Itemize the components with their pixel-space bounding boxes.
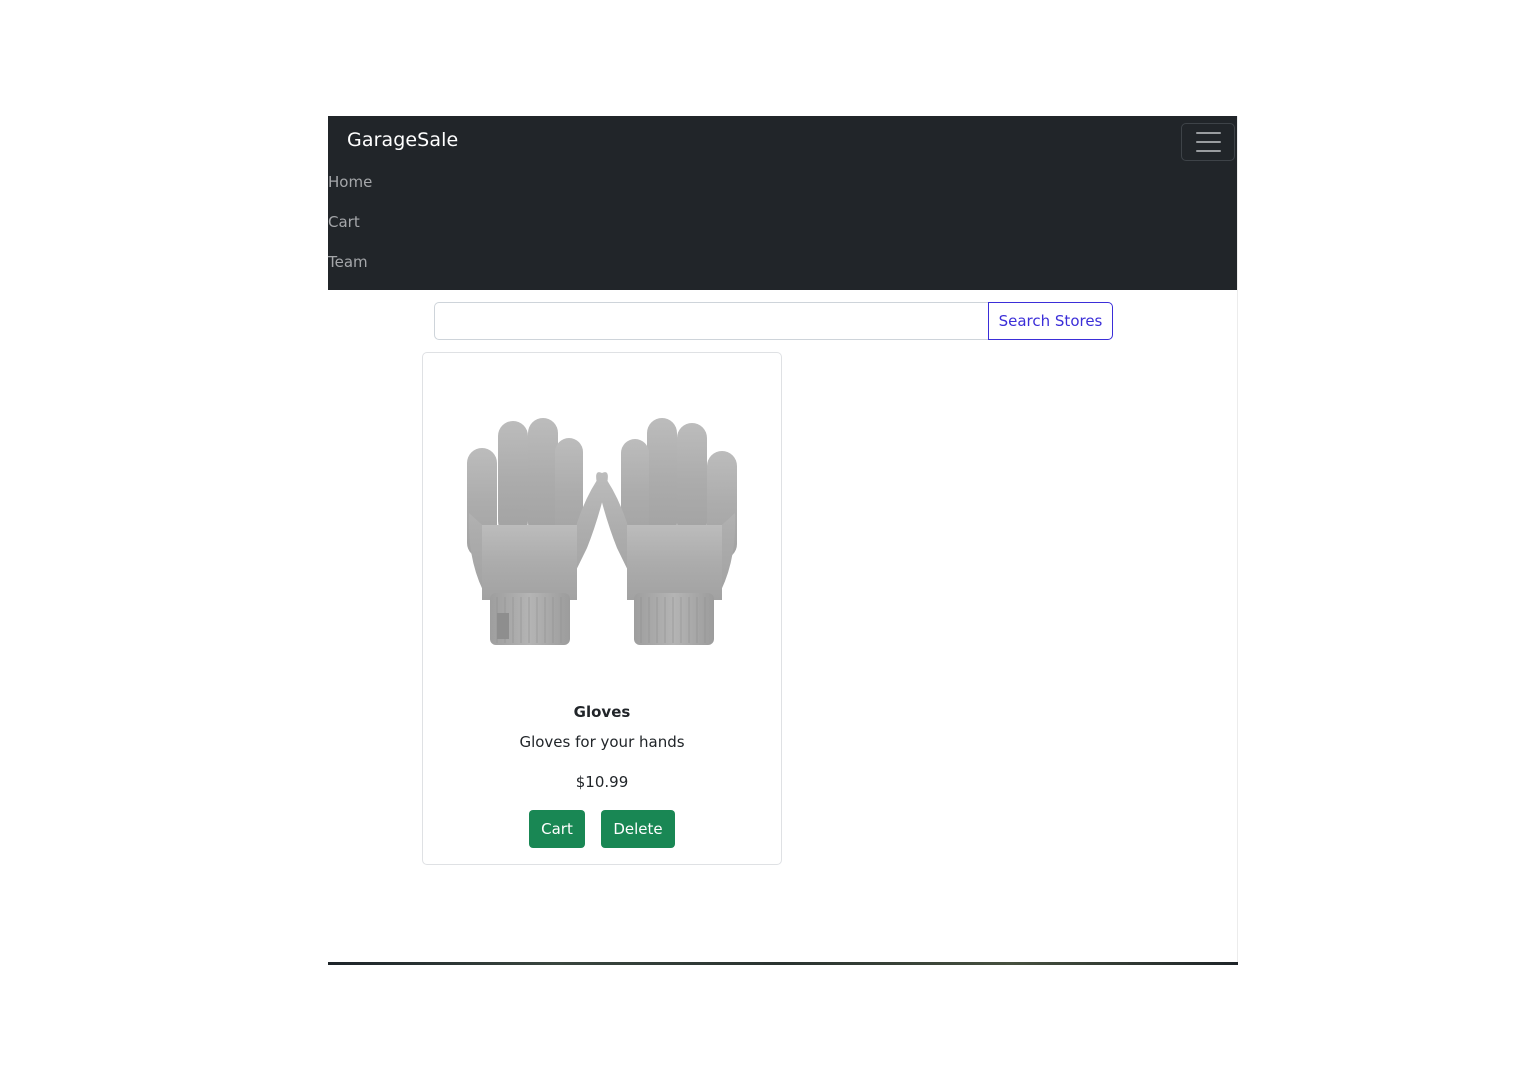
navbar: GarageSale Home Cart Team	[328, 116, 1237, 290]
product-description: Gloves for your hands	[519, 733, 685, 751]
delete-product-button[interactable]: Delete	[601, 810, 675, 848]
search-input[interactable]	[434, 302, 989, 340]
gloves-image	[467, 418, 737, 645]
product-price: $10.99	[575, 773, 629, 791]
nav-link-team[interactable]: Team	[328, 253, 368, 271]
product-title: Gloves	[573, 703, 631, 721]
add-to-cart-button[interactable]: Cart	[529, 810, 585, 848]
hamburger-menu-icon-bar	[1195, 141, 1221, 143]
app-frame: GarageSale Home Cart Team Search Stores	[328, 116, 1238, 964]
navbar-toggler-button[interactable]	[1181, 123, 1235, 161]
footer-strip	[328, 962, 1238, 965]
nav-link-home[interactable]: Home	[328, 173, 372, 191]
left-glove	[467, 418, 608, 645]
right-glove	[596, 418, 737, 645]
hamburger-menu-icon-bar	[1195, 150, 1221, 152]
search-bar: Search Stores	[434, 302, 1113, 340]
nav-link-cart[interactable]: Cart	[328, 213, 360, 231]
hamburger-menu-icon	[1195, 132, 1221, 134]
product-card: Gloves Gloves for your hands $10.99 Cart…	[422, 352, 782, 865]
brand-link[interactable]: GarageSale	[347, 129, 458, 151]
search-stores-button[interactable]: Search Stores	[988, 302, 1113, 340]
